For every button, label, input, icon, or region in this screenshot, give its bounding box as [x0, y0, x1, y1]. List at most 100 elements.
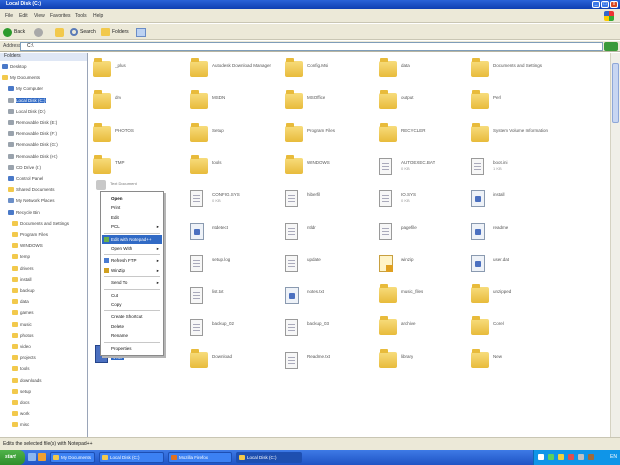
context-menu-item[interactable]: Properties — [102, 344, 162, 353]
volume-icon[interactable] — [578, 454, 584, 460]
show-desktop-icon[interactable] — [28, 453, 36, 461]
file-item[interactable]: TMP — [93, 154, 183, 180]
tree-item[interactable]: Documents and Settings — [0, 220, 86, 227]
context-menu-item[interactable]: Create Shortcut — [102, 312, 162, 321]
file-item[interactable]: Setup — [190, 122, 280, 148]
file-item[interactable]: data — [379, 58, 469, 83]
tree-item[interactable]: CD Drive (I:) — [0, 164, 86, 171]
file-item[interactable]: PHOTOS — [93, 122, 183, 148]
context-menu-item[interactable]: Edit with Notepad++ — [102, 234, 162, 244]
task-local-disk-active[interactable]: Local Disk (C:) — [236, 452, 302, 463]
tree-item[interactable]: Program Files — [0, 231, 86, 238]
tree-item[interactable]: docs — [0, 399, 86, 406]
tree-item[interactable]: Recycle Bin — [0, 209, 86, 216]
tree-item[interactable]: Removable Disk (E:) — [0, 119, 86, 126]
file-item[interactable]: Config.Msi — [285, 58, 375, 83]
file-item[interactable]: Download — [190, 348, 280, 374]
context-menu-item[interactable]: Cut — [102, 291, 162, 300]
tray-app-icon[interactable] — [588, 454, 594, 460]
security-icon[interactable] — [558, 454, 564, 460]
scrollbar-thumb[interactable] — [612, 63, 619, 123]
tree-item[interactable]: misc — [0, 421, 86, 428]
file-item[interactable]: RECYCLER — [379, 122, 469, 148]
tree-item[interactable]: My Network Places — [0, 197, 86, 204]
menu-file[interactable]: File — [5, 13, 13, 19]
file-item[interactable]: music_files — [379, 284, 469, 309]
tree-item[interactable]: Local Disk (D:) — [0, 108, 86, 115]
file-item[interactable]: boot.ini 1 KB — [471, 156, 561, 180]
antivirus-icon[interactable] — [568, 454, 574, 460]
file-item[interactable]: library — [379, 348, 469, 374]
context-menu-item[interactable]: Copy — [102, 300, 162, 309]
context-menu-item[interactable]: Open With ▸ — [102, 244, 162, 253]
file-item[interactable]: AUTOEXEC.BAT 0 KB — [379, 156, 469, 180]
file-item[interactable]: IO.SYS 0 KB — [379, 188, 469, 212]
file-item[interactable]: backup_03 — [285, 317, 375, 341]
tree-item[interactable]: Desktop — [0, 63, 86, 70]
menu-view[interactable]: View — [34, 13, 45, 19]
file-item[interactable]: update — [285, 253, 375, 277]
language-indicator[interactable] — [538, 454, 544, 460]
tree-item[interactable]: Control Panel — [0, 175, 86, 182]
file-item[interactable]: tools — [190, 154, 280, 180]
minimize-button[interactable]: _ — [592, 1, 600, 8]
file-item[interactable]: WINDOWS — [285, 154, 375, 180]
views-button[interactable] — [136, 27, 146, 37]
file-item[interactable]: MSOffice — [285, 90, 375, 115]
address-input[interactable]: C:\ — [20, 42, 603, 51]
context-menu-item[interactable]: Open — [102, 194, 162, 203]
tree-item[interactable]: install — [0, 276, 86, 283]
context-menu-item[interactable]: PCL ▸ — [102, 222, 162, 231]
file-item[interactable]: archive — [379, 316, 469, 341]
tree-item[interactable]: projects — [0, 354, 86, 361]
file-item[interactable]: hiberfil — [285, 188, 375, 212]
file-item[interactable]: Perl — [471, 90, 561, 115]
menu-edit[interactable]: Edit — [19, 13, 28, 19]
file-item[interactable]: user.dat — [471, 253, 561, 277]
file-item[interactable]: Documents and Settings — [471, 58, 561, 83]
go-button[interactable] — [604, 42, 618, 51]
context-menu-item[interactable]: Rename — [102, 331, 162, 340]
tree-item[interactable]: setup — [0, 388, 86, 395]
firefox-quicklaunch-icon[interactable] — [38, 453, 46, 461]
tree-item[interactable]: music — [0, 321, 86, 328]
file-item[interactable]: drv — [93, 90, 183, 115]
menu-help[interactable]: Help — [93, 13, 103, 19]
tree-item[interactable]: drivers — [0, 265, 86, 272]
context-menu-item[interactable]: Delete — [102, 322, 162, 331]
context-menu-item[interactable]: Refresh FTP ▸ — [102, 256, 162, 265]
tree-item[interactable]: video — [0, 343, 86, 350]
menu-favorites[interactable]: Favorites — [50, 13, 71, 19]
folders-button[interactable]: Folders — [101, 27, 129, 37]
tree-item[interactable]: Removable Disk (F:) — [0, 130, 86, 137]
file-item[interactable]: winzip — [379, 253, 469, 277]
file-item[interactable]: list.txt — [190, 285, 280, 309]
tree-item[interactable]: My Computer — [0, 85, 86, 92]
network-icon[interactable] — [548, 454, 554, 460]
file-item[interactable]: unzipped — [471, 284, 561, 309]
maximize-button[interactable]: □ — [601, 1, 609, 8]
task-local-disk[interactable]: Local Disk (C:) — [99, 452, 164, 463]
file-item[interactable]: output — [379, 90, 469, 115]
task-firefox[interactable]: Mozilla Firefox — [168, 452, 232, 463]
tree-item[interactable]: temp — [0, 253, 86, 260]
vertical-scrollbar[interactable] — [610, 53, 620, 437]
file-item[interactable]: ntdetect — [190, 221, 280, 245]
file-item[interactable]: _plus — [93, 58, 183, 83]
menu-tools[interactable]: Tools — [75, 13, 87, 19]
back-button[interactable]: Back — [3, 27, 25, 37]
tree-item[interactable]: WINDOWS — [0, 242, 86, 249]
tree-item[interactable]: work — [0, 410, 86, 417]
file-item[interactable]: Program Files — [285, 122, 375, 148]
tree-item[interactable]: backup — [0, 287, 86, 294]
file-item[interactable]: install — [471, 188, 561, 212]
tree-item[interactable]: photos — [0, 332, 86, 339]
task-my-documents[interactable]: My Documents — [50, 452, 95, 463]
context-menu-item[interactable]: Edit — [102, 213, 162, 222]
file-item[interactable]: setup.log — [190, 253, 280, 277]
file-item[interactable]: notes.txt — [285, 285, 375, 309]
search-button[interactable]: Search — [70, 27, 96, 37]
file-item[interactable]: Readme.txt — [285, 350, 375, 374]
close-button[interactable]: x — [610, 1, 618, 8]
tree-item[interactable]: downloads — [0, 377, 86, 384]
